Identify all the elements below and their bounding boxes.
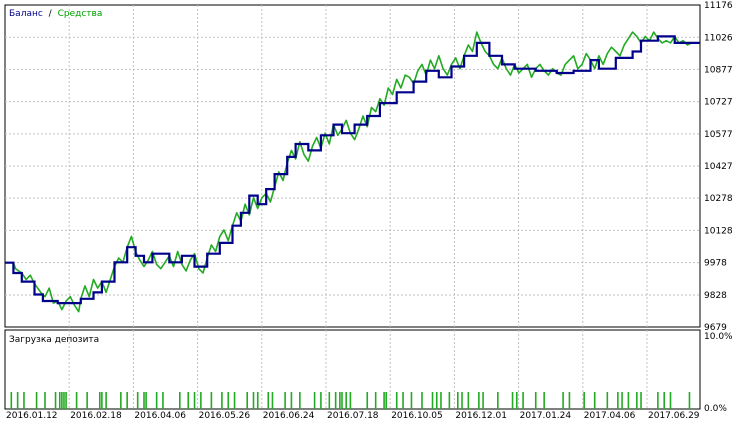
y-tick-label: 10577 <box>704 130 733 140</box>
y-axis-labels: 11176 11026 10877 10727 10577 10427 10278 10128… <box>704 1 733 333</box>
y-tick-label: 10427 <box>704 162 733 172</box>
y-tick-label: 10278 <box>704 194 733 204</box>
y-tick-label: 10727 <box>704 98 733 108</box>
x-tick-label: 2016.05.26 <box>199 411 251 421</box>
legend-equity-label: Средства <box>58 9 103 19</box>
y-tick-label: 11026 <box>704 33 733 43</box>
deposit-panel-frame <box>4 329 701 410</box>
x-tick-label: 2016.07.18 <box>327 411 379 421</box>
deposit-ytick-top: 10.0% <box>704 332 733 342</box>
y-tick-label: 10877 <box>704 65 733 75</box>
y-tick-label: 9828 <box>704 291 727 301</box>
y-tick-label: 9978 <box>704 259 727 269</box>
x-tick-label: 2016.06.24 <box>263 411 315 421</box>
x-tick-label: 2016.02.18 <box>70 411 122 421</box>
x-tick-label: 2016.04.06 <box>134 411 186 421</box>
legend-balance-label: Баланс <box>9 9 43 19</box>
x-tick-label: 2016.01.12 <box>6 411 58 421</box>
x-tick-label: 2017.01.24 <box>520 411 572 421</box>
tester-chart: 11176 11026 10877 10727 10577 10427 10278 10128… <box>4 1 733 421</box>
x-tick-label: 2017.04.06 <box>584 411 636 421</box>
x-tick-label: 2016.12.01 <box>455 411 507 421</box>
x-tick-label: 2017.06.29 <box>648 411 700 421</box>
x-axis-labels: 2016.01.12 2016.02.18 2016.04.06 2016.05.26… <box>6 411 700 421</box>
deposit-ytick-bottom: 0.0% <box>704 404 727 414</box>
x-tick-label: 2016.10.05 <box>391 411 443 421</box>
y-tick-label: 11176 <box>704 1 733 11</box>
y-tick-label: 10128 <box>704 226 733 236</box>
legend-separator: / <box>49 9 53 19</box>
deposit-panel-label: Загрузка депозита <box>9 335 99 345</box>
